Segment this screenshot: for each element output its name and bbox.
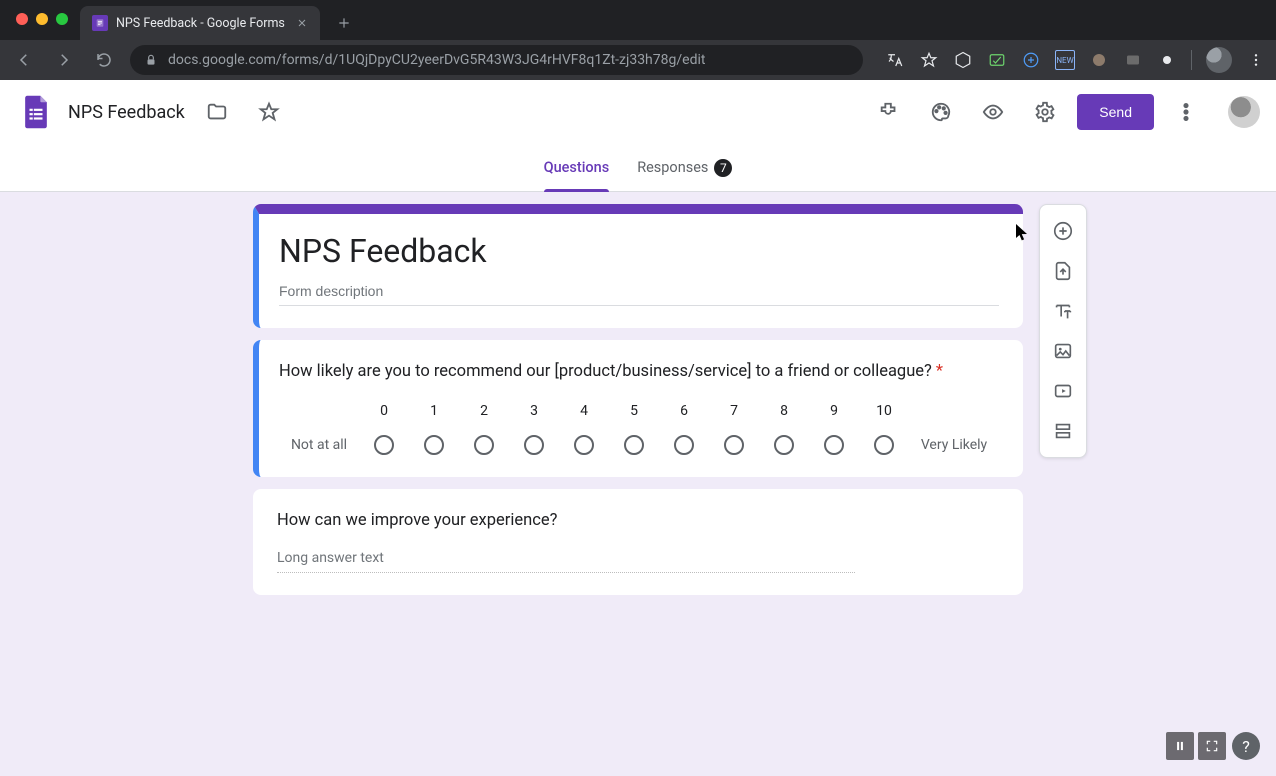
form-tabs: Questions Responses 7 — [0, 144, 1276, 192]
form-description-input[interactable] — [279, 277, 999, 306]
scale-radio-2[interactable] — [474, 435, 494, 455]
addons-button[interactable] — [869, 92, 909, 132]
scale-num: 7 — [709, 403, 759, 419]
reload-button[interactable] — [90, 46, 118, 74]
toolbar-actions: NEW — [885, 47, 1266, 73]
address-bar[interactable]: docs.google.com/forms/d/1UQjDpyCU2yeerDv… — [130, 45, 863, 75]
scale-num: 9 — [809, 403, 859, 419]
customize-theme-button[interactable] — [921, 92, 961, 132]
scale-radio-7[interactable] — [724, 435, 744, 455]
scale-radio-9[interactable] — [824, 435, 844, 455]
extension-icon-3[interactable] — [1021, 50, 1041, 70]
question-card-2[interactable]: How can we improve your experience? Long… — [253, 489, 1023, 595]
toolbar-divider — [1191, 50, 1192, 70]
tab-questions-label: Questions — [544, 159, 610, 176]
preview-button[interactable] — [973, 92, 1013, 132]
browser-tab[interactable]: NPS Feedback - Google Forms — [80, 6, 320, 40]
maximize-window-button[interactable] — [56, 13, 68, 25]
extension-icon-6[interactable] — [1157, 50, 1177, 70]
scale-low-label: Not at all — [279, 437, 359, 453]
settings-button[interactable] — [1025, 92, 1065, 132]
move-to-folder-button[interactable] — [197, 92, 237, 132]
back-button[interactable] — [10, 46, 38, 74]
add-title-button[interactable] — [1040, 291, 1086, 331]
google-forms-logo[interactable] — [16, 92, 56, 132]
forward-button[interactable] — [50, 46, 78, 74]
scale-num: 2 — [459, 403, 509, 419]
scale-radio-10[interactable] — [874, 435, 894, 455]
tab-title: NPS Feedback - Google Forms — [116, 16, 285, 31]
extension-new-badge[interactable]: NEW — [1055, 50, 1075, 70]
scale-num: 8 — [759, 403, 809, 419]
app-content: NPS Feedback Send Questions Responses 7 — [0, 80, 1276, 192]
required-indicator: * — [936, 362, 943, 381]
long-answer-placeholder: Long answer text — [277, 544, 855, 573]
scale-radio-1[interactable] — [424, 435, 444, 455]
extension-icon-1[interactable] — [953, 50, 973, 70]
url-text: docs.google.com/forms/d/1UQjDpyCU2yeerDv… — [168, 52, 705, 68]
tab-questions[interactable]: Questions — [544, 144, 610, 192]
responses-count-badge: 7 — [714, 159, 732, 177]
close-window-button[interactable] — [16, 13, 28, 25]
scale-radio-0[interactable] — [374, 435, 394, 455]
form-header-card[interactable]: NPS Feedback — [253, 204, 1023, 328]
question-2-text[interactable]: How can we improve your experience? — [277, 511, 999, 530]
scale-num: 0 — [359, 403, 409, 419]
scale-radio-8[interactable] — [774, 435, 794, 455]
pause-button[interactable] — [1166, 732, 1194, 760]
send-button[interactable]: Send — [1077, 94, 1154, 130]
question-card-1[interactable]: How likely are you to recommend our [pro… — [253, 340, 1023, 477]
video-controls — [1166, 732, 1226, 760]
lock-icon — [144, 53, 158, 67]
form-title[interactable]: NPS Feedback — [279, 232, 999, 271]
scale-radio-6[interactable] — [674, 435, 694, 455]
minimize-window-button[interactable] — [36, 13, 48, 25]
window-controls — [8, 0, 80, 25]
app-header: NPS Feedback Send — [0, 80, 1276, 144]
extension-icon-5[interactable] — [1123, 50, 1143, 70]
extension-icon-4[interactable] — [1089, 50, 1109, 70]
question-side-toolbar — [1039, 204, 1087, 458]
add-video-button[interactable] — [1040, 371, 1086, 411]
browser-chrome: NPS Feedback - Google Forms docs.google.… — [0, 0, 1276, 80]
scale-radio-5[interactable] — [624, 435, 644, 455]
scale-num: 1 — [409, 403, 459, 419]
form-canvas: NPS Feedback How likely are you to recom… — [0, 192, 1276, 776]
expand-button[interactable] — [1198, 732, 1226, 760]
scale-num: 4 — [559, 403, 609, 419]
document-title[interactable]: NPS Feedback — [68, 102, 185, 123]
chrome-menu-icon[interactable] — [1246, 50, 1266, 70]
import-questions-button[interactable] — [1040, 251, 1086, 291]
new-tab-button[interactable] — [330, 9, 358, 37]
scale-num: 6 — [659, 403, 709, 419]
account-avatar[interactable] — [1228, 96, 1260, 128]
more-options-button[interactable] — [1166, 92, 1206, 132]
help-button[interactable]: ? — [1232, 732, 1260, 760]
add-question-button[interactable] — [1040, 211, 1086, 251]
translate-icon[interactable] — [885, 50, 905, 70]
add-image-button[interactable] — [1040, 331, 1086, 371]
tab-responses-label: Responses — [637, 159, 708, 176]
scale-numbers-row: 0 1 2 3 4 5 6 7 8 9 10 — [279, 403, 999, 419]
question-1-text-value: How likely are you to recommend our [pro… — [279, 362, 932, 381]
scale-num: 10 — [859, 403, 909, 419]
scale-high-label: Very Likely — [909, 437, 999, 453]
star-button[interactable] — [249, 92, 289, 132]
tab-strip: NPS Feedback - Google Forms — [0, 0, 1276, 40]
scale-num: 3 — [509, 403, 559, 419]
scale-num: 5 — [609, 403, 659, 419]
scale-radio-4[interactable] — [574, 435, 594, 455]
form-column: NPS Feedback How likely are you to recom… — [253, 204, 1023, 736]
close-tab-icon[interactable] — [296, 17, 308, 29]
question-1-text[interactable]: How likely are you to recommend our [pro… — [279, 362, 999, 381]
add-section-button[interactable] — [1040, 411, 1086, 451]
chrome-profile-avatar[interactable] — [1206, 47, 1232, 73]
browser-toolbar: docs.google.com/forms/d/1UQjDpyCU2yeerDv… — [0, 40, 1276, 80]
forms-favicon — [92, 15, 108, 31]
scale-radio-3[interactable] — [524, 435, 544, 455]
tab-responses[interactable]: Responses 7 — [637, 144, 732, 192]
bookmark-star-icon[interactable] — [919, 50, 939, 70]
scale-radio-row: Not at all Very Likely — [279, 435, 999, 455]
extension-icon-2[interactable] — [987, 50, 1007, 70]
